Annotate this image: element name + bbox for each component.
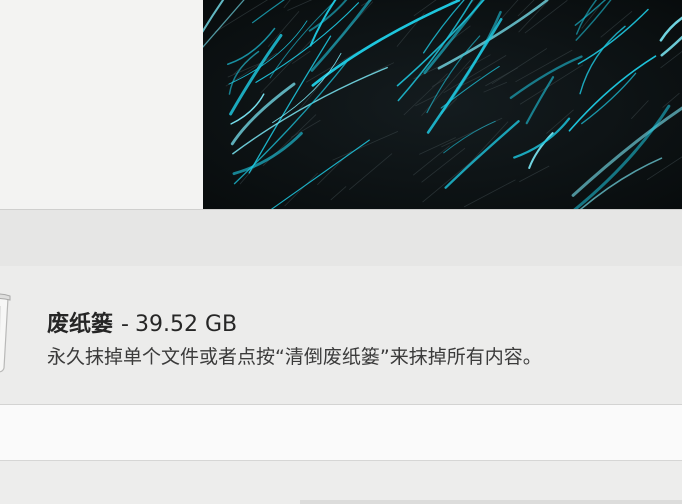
storage-window: 废纸篓 -39.52 GB 永久抹掉单个文件或者点按“清倒废纸篓”来抹掉所有内容。 bbox=[0, 0, 682, 504]
bottom-edge bbox=[300, 500, 682, 504]
content-area bbox=[0, 0, 682, 209]
list-row-bottom bbox=[0, 461, 682, 504]
trash-description: 永久抹掉单个文件或者点按“清倒废纸篓”来抹掉所有内容。 bbox=[47, 346, 542, 368]
trash-recommendation-row[interactable]: 废纸篓 -39.52 GB 永久抹掉单个文件或者点按“清倒废纸篓”来抹掉所有内容。 bbox=[0, 266, 682, 405]
list-row-empty bbox=[0, 405, 682, 461]
wallpaper-streaks bbox=[203, 0, 682, 209]
trash-title-separator: - bbox=[121, 312, 129, 337]
trash-size: 39.52 GB bbox=[134, 312, 238, 337]
trash-name: 废纸篓 bbox=[47, 312, 114, 337]
section-divider-bar bbox=[0, 209, 682, 267]
wallpaper-preview bbox=[203, 0, 682, 209]
trash-can-icon bbox=[0, 292, 12, 374]
trash-title: 废纸篓 -39.52 GB bbox=[47, 306, 237, 338]
